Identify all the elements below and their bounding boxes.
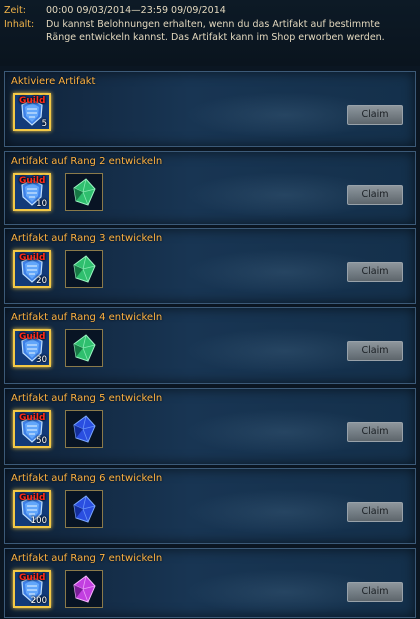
purple-crystal-icon — [66, 571, 102, 607]
task-title: Aktiviere Artifakt — [11, 76, 96, 87]
claim-button[interactable]: Claim — [347, 502, 403, 522]
claim-button[interactable]: Claim — [347, 185, 403, 205]
reward-quantity: 10 — [36, 199, 47, 209]
reward-slot-guild[interactable]: Guild 50 — [13, 410, 51, 448]
task-row: Artifakt auf Rang 4 entwickeln Guild 30 Cla… — [4, 307, 416, 384]
reward-slot-blue-crystal[interactable] — [65, 410, 103, 448]
green-crystal-icon — [66, 251, 102, 287]
reward-quantity: 5 — [41, 119, 47, 129]
claim-button[interactable]: Claim — [347, 105, 403, 125]
task-title: Artifakt auf Rang 4 entwickeln — [11, 312, 163, 323]
reward-slot-purple-crystal[interactable] — [65, 570, 103, 608]
reward-slot-guild[interactable]: Guild 200 — [13, 570, 51, 608]
task-row: Artifakt auf Rang 3 entwickeln Guild 20 Cla… — [4, 228, 416, 304]
reward-slot-guild[interactable]: Guild 30 — [13, 329, 51, 367]
reward-slot-green-crystal[interactable] — [65, 329, 103, 367]
guild-tag: Guild — [19, 176, 46, 186]
task-title: Artifakt auf Rang 5 entwickeln — [11, 393, 163, 404]
green-crystal-icon — [66, 330, 102, 366]
time-row: Zeit: 00:00 09/03/2014—23:59 09/09/2014 — [4, 4, 396, 17]
task-row: Artifakt auf Rang 5 entwickeln Guild 50 Cla… — [4, 388, 416, 465]
green-crystal-icon — [66, 174, 102, 210]
task-row: Aktiviere Artifakt Guild 5 Claim — [4, 71, 416, 147]
reward-slot-guild[interactable]: Guild 5 — [13, 93, 51, 131]
time-value: 00:00 09/03/2014—23:59 09/09/2014 — [46, 5, 226, 16]
reward-quantity: 200 — [30, 596, 47, 606]
claim-button[interactable]: Claim — [347, 341, 403, 361]
reward-quantity: 50 — [36, 436, 47, 446]
guild-tag: Guild — [19, 573, 46, 583]
reward-slot-blue-crystal[interactable] — [65, 490, 103, 528]
guild-tag: Guild — [19, 413, 46, 423]
blue-crystal-icon — [66, 411, 102, 447]
reward-quantity: 30 — [36, 355, 47, 365]
claim-button[interactable]: Claim — [347, 582, 403, 602]
time-label: Zeit: — [4, 5, 26, 16]
reward-slot-green-crystal[interactable] — [65, 250, 103, 288]
claim-button[interactable]: Claim — [347, 422, 403, 442]
reward-slot-green-crystal[interactable] — [65, 173, 103, 211]
blue-crystal-icon — [66, 491, 102, 527]
content-label: Inhalt: — [4, 19, 35, 30]
reward-quantity: 100 — [30, 516, 47, 526]
reward-slot-guild[interactable]: Guild 100 — [13, 490, 51, 528]
task-title: Artifakt auf Rang 6 entwickeln — [11, 473, 163, 484]
guild-tag: Guild — [19, 96, 46, 106]
task-row: Artifakt auf Rang 6 entwickeln Guild 100 Cl… — [4, 468, 416, 544]
claim-button[interactable]: Claim — [347, 262, 403, 282]
content-value: Du kannst Belohnungen erhalten, wenn du … — [46, 19, 385, 43]
content-row: Inhalt: Du kannst Belohnungen erhalten, w… — [4, 18, 396, 44]
task-title: Artifakt auf Rang 3 entwickeln — [11, 233, 163, 244]
guild-tag: Guild — [19, 332, 46, 342]
event-header: Zeit: 00:00 09/03/2014—23:59 09/09/2014 I… — [0, 0, 420, 66]
guild-tag: Guild — [19, 253, 46, 263]
task-title: Artifakt auf Rang 7 entwickeln — [11, 553, 163, 564]
reward-slot-guild[interactable]: Guild 20 — [13, 250, 51, 288]
reward-slot-guild[interactable]: Guild 10 — [13, 173, 51, 211]
guild-tag: Guild — [19, 493, 46, 503]
reward-quantity: 20 — [36, 276, 47, 286]
task-row: Artifakt auf Rang 7 entwickeln Guild 200 Cl… — [4, 548, 416, 618]
task-title: Artifakt auf Rang 2 entwickeln — [11, 156, 163, 167]
task-row: Artifakt auf Rang 2 entwickeln Guild 10 Cla… — [4, 151, 416, 225]
